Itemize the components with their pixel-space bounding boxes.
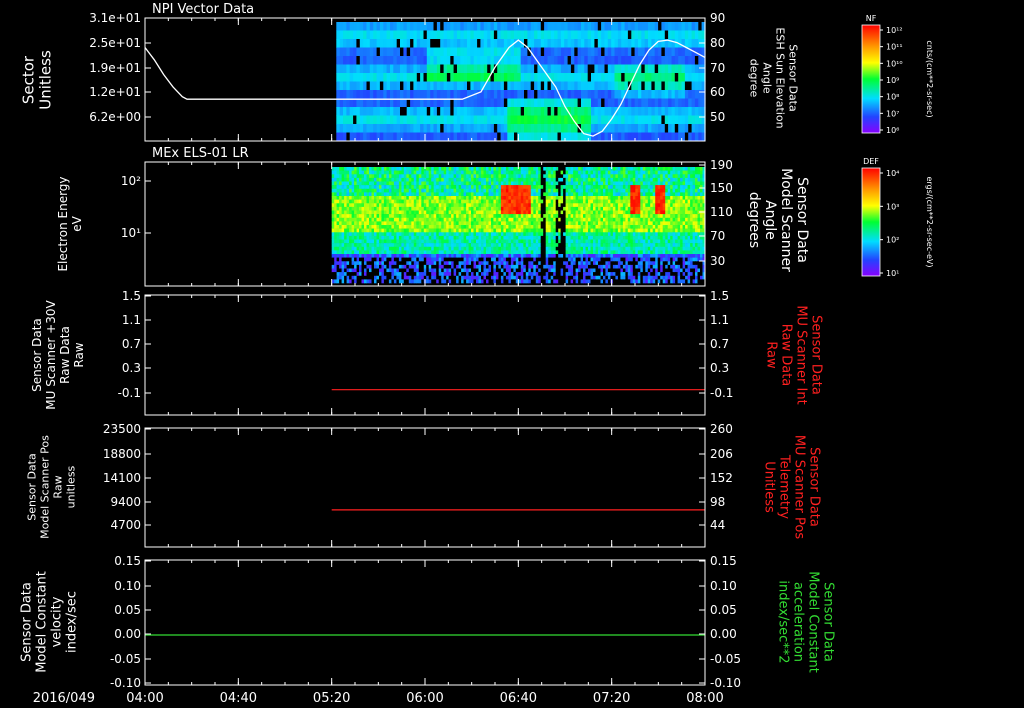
npi-cell [426, 39, 431, 48]
npi-cell [426, 64, 431, 74]
npi-cell [426, 115, 431, 125]
npi-cell [393, 107, 398, 116]
npi-cell [393, 132, 398, 142]
npi-cell [483, 22, 488, 31]
npi-cell [426, 90, 431, 99]
npi-cell [483, 56, 488, 65]
npi-cell [336, 81, 341, 91]
npi-cell [393, 81, 398, 91]
npi-cell [460, 64, 465, 74]
npi-cell [460, 73, 465, 82]
npi-cell [336, 64, 341, 74]
npi-cell [426, 47, 431, 57]
npi-cell [460, 124, 465, 133]
npi-cell [426, 81, 431, 91]
npi-cell [483, 132, 488, 142]
spectrogram-layer [331, 22, 706, 284]
npi-cell [336, 56, 341, 65]
npi-cell [393, 90, 398, 99]
npi-cell [336, 115, 341, 125]
npi-cell [369, 64, 374, 74]
npi-cell [369, 47, 374, 57]
npi-cell [483, 107, 488, 116]
npi-cell [426, 107, 431, 116]
npi-cell [460, 132, 465, 142]
npi-cell [483, 98, 488, 108]
npi-cell [426, 73, 431, 82]
npi-cell [426, 30, 431, 40]
npi-cell [460, 81, 465, 91]
npi-cell [369, 124, 374, 133]
npi-cell [393, 73, 398, 82]
npi-cell [483, 47, 488, 57]
npi-cell [483, 124, 488, 133]
instrument-plot: 3.1e+012.5e+011.9e+011.2e+016.2e+0090807… [20, 2, 935, 706]
npi-cell [336, 39, 341, 48]
npi-cell [369, 81, 374, 91]
npi-cell [483, 115, 488, 125]
npi-cell [336, 47, 341, 57]
npi-cell [460, 30, 465, 40]
npi-cell [460, 56, 465, 65]
npi-cell [460, 90, 465, 99]
npi-cell [483, 90, 488, 99]
npi-cell [336, 107, 341, 116]
npi-cell [369, 132, 374, 142]
npi-cell [460, 115, 465, 125]
npi-cell [393, 30, 398, 40]
npi-cell [369, 39, 374, 48]
npi-cell [336, 124, 341, 133]
npi-cell [369, 22, 374, 31]
npi-cell [336, 90, 341, 99]
npi-cell [336, 132, 341, 142]
npi-cell [483, 30, 488, 40]
npi-cell [369, 56, 374, 65]
npi-cell [336, 22, 341, 31]
npi-cell [460, 47, 465, 57]
npi-cell [393, 22, 398, 31]
npi-cell [393, 124, 398, 133]
npi-cell [369, 107, 374, 116]
npi-cell [460, 39, 465, 48]
npi-cell [426, 22, 431, 31]
npi-cell [336, 30, 341, 40]
npi-cell [393, 39, 398, 48]
npi-cell [369, 90, 374, 99]
npi-cell [483, 39, 488, 48]
npi-cell [426, 124, 431, 133]
npi-cell [393, 64, 398, 74]
npi-cell [393, 56, 398, 65]
npi-cell [369, 73, 374, 82]
npi-cell [460, 22, 465, 31]
npi-cell [369, 30, 374, 40]
npi-cell [460, 107, 465, 116]
npi-cell [336, 73, 341, 82]
npi-cell [393, 47, 398, 57]
npi-cell [369, 115, 374, 125]
npi-cell [393, 115, 398, 125]
npi-cell [426, 56, 431, 65]
npi-cell [483, 64, 488, 74]
npi-cell [426, 132, 431, 142]
